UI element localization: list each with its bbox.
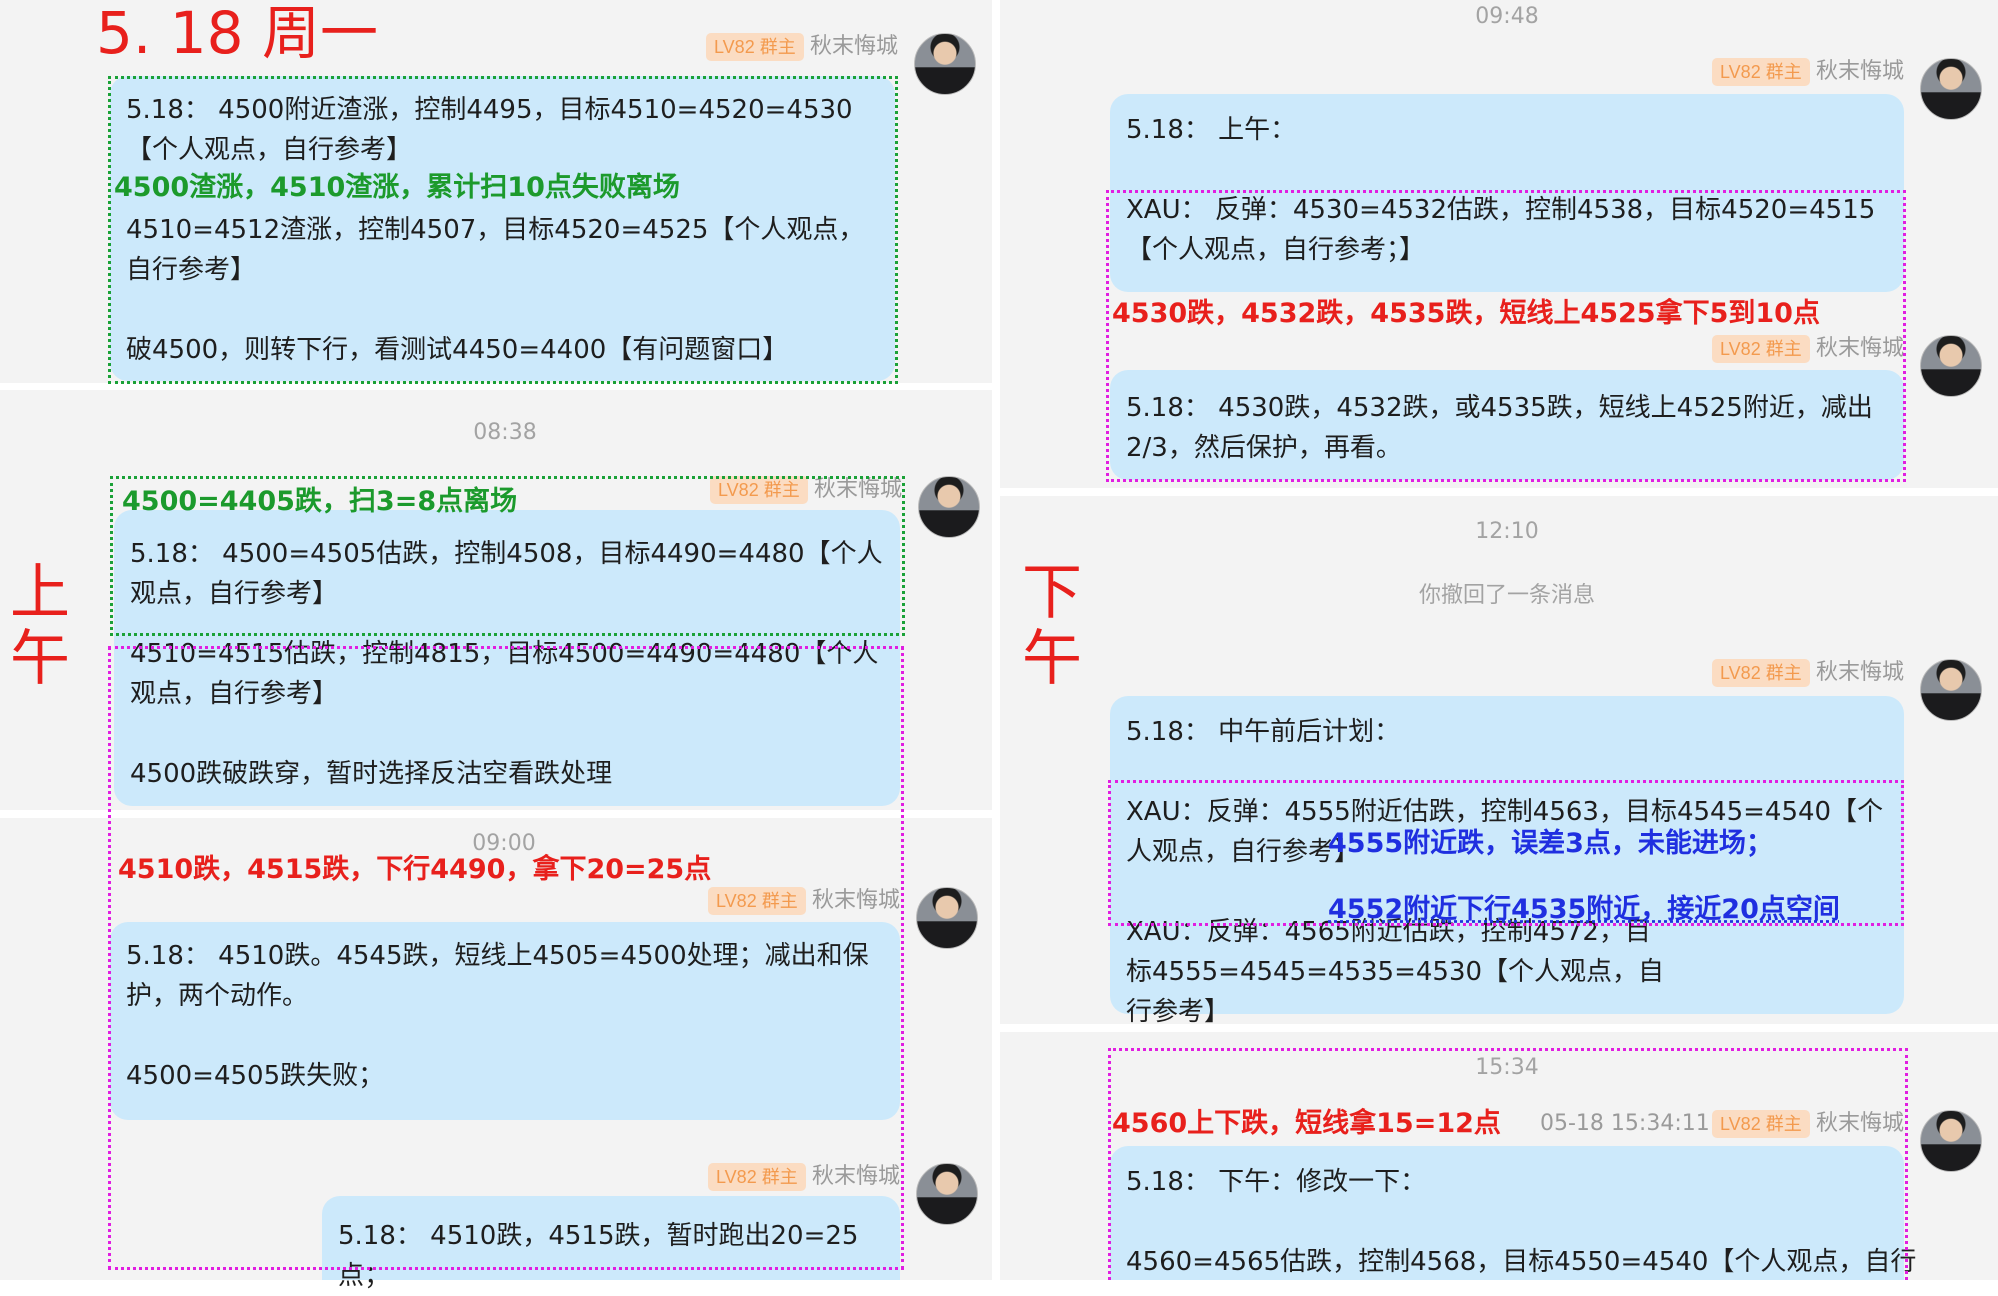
timestamp: 08:38 — [473, 420, 537, 445]
annotation-text: 4552附近下行4535附近，接近20点空间 — [1328, 894, 1840, 925]
message-line: 4500=4505跌失败； — [126, 1061, 385, 1091]
timestamp: 09:48 — [1475, 4, 1539, 29]
message-line: 5.18： 4530跌，4532跌，或4535跌，短线上4525附近，减出2/3… — [1126, 393, 1873, 463]
message-line: 4560=4565估跌，控制4568，目标4550=4540【个人观点，自行 — [1126, 1247, 1917, 1277]
avatar[interactable] — [914, 33, 976, 95]
user-name[interactable]: 秋末悔城 — [1816, 58, 1904, 86]
user-name[interactable]: 秋末悔城 — [812, 887, 900, 915]
timestamp: 12:10 — [1475, 519, 1539, 544]
message-bubble[interactable]: 5.18： 4510跌。4545跌，短线上4505=4500处理；减出和保护，两… — [110, 922, 900, 1120]
avatar[interactable] — [916, 1163, 978, 1225]
annotation-text: 4510跌，4515跌，下行4490，拿下20=25点 — [118, 854, 712, 885]
message-timestamp: 05-18 15:34:11 — [1540, 1111, 1710, 1136]
message-bubble[interactable]: 5.18： 4510跌，4515跌，暂时跑出20=25点； — [322, 1196, 900, 1291]
user-badge: LV82 群主 — [708, 1163, 806, 1191]
message-bubble[interactable]: 5.18： 上午： XAU： 反弹：4530=4532估跌，控制4538，目标4… — [1110, 94, 1904, 292]
message-bubble[interactable]: 5.18： 下午：修改一下： 4560=4565估跌，控制4568，目标4550… — [1110, 1146, 1917, 1280]
morning-label: 上午 — [10, 558, 70, 694]
message-line: 破4500，则转下行，看测试4450=4400【有问题窗口】 — [126, 335, 789, 365]
headline: 5. 18 周一 — [96, 0, 379, 67]
message-line: 5.18： 中午前后计划： — [1126, 717, 1401, 747]
avatar[interactable] — [1920, 335, 1982, 397]
user-badge: LV82 群主 — [708, 887, 806, 915]
user-name[interactable]: 秋末悔城 — [810, 33, 898, 61]
avatar[interactable] — [918, 476, 980, 538]
afternoon-label: 下午 — [1022, 558, 1082, 694]
user-badge: LV82 群主 — [710, 476, 808, 504]
user-badge: LV82 群主 — [706, 33, 804, 61]
message-line: 4510=4512渣涨，控制4507，目标4520=4525【个人观点，自行参考… — [126, 215, 865, 285]
user-badge: LV82 群主 — [1712, 659, 1810, 687]
annotation-text: 4530跌，4532跌，4535跌，短线上4525拿下5到10点 — [1112, 298, 1820, 329]
message-line: XAU： 反弹：4530=4532估跌，控制4538，目标4520=4515【个… — [1126, 195, 1876, 265]
annotation-text: 4500=4405跌，扫3=8点离场 — [122, 486, 518, 517]
avatar[interactable] — [1920, 58, 1982, 120]
user-name[interactable]: 秋末悔城 — [812, 1163, 900, 1191]
message-line: 5.18： 4510跌，4515跌，暂时跑出20=25点； — [338, 1221, 859, 1291]
annotation-text: 4500渣涨，4510渣涨，累计扫10点失败离场 — [114, 172, 680, 203]
user-badge: LV82 群主 — [1712, 58, 1810, 86]
message-line: 5.18： 下午：修改一下： — [1126, 1167, 1427, 1197]
message-line: 5.18： 上午： — [1126, 115, 1297, 145]
message-bubble[interactable]: 5.18： 4500附近渣涨，控制4495，目标4510=4520=4530【个… — [110, 76, 895, 381]
user-name[interactable]: 秋末悔城 — [1816, 1110, 1904, 1138]
message-line: 4510=4515估跌，控制4815，目标4500=4490=4480【个人观点… — [130, 639, 879, 709]
annotation-text: 4555附近跌，误差3点，未能进场； — [1328, 828, 1773, 859]
annotation-text: 4560上下跌，短线拿15=12点 — [1112, 1108, 1501, 1139]
avatar[interactable] — [1920, 659, 1982, 721]
recall-notice: 你撤回了一条消息 — [1418, 583, 1595, 608]
avatar[interactable] — [916, 887, 978, 949]
user-badge: LV82 群主 — [1712, 1110, 1810, 1138]
user-name[interactable]: 秋末悔城 — [1816, 659, 1904, 687]
message-line: 4500跌破跌穿，暂时选择反沽空看跌处理 — [130, 759, 613, 789]
message-line: 5.18： 4500附近渣涨，控制4495，目标4510=4520=4530【个… — [126, 95, 853, 165]
message-line: XAU：反弹：4565附近估跌，控制4572，目标4555=4545=4535=… — [1126, 917, 1665, 1027]
user-name[interactable]: 秋末悔城 — [1816, 335, 1904, 363]
message-bubble[interactable]: 5.18： 4500=4505估跌，控制4508，目标4490=4480【个人观… — [114, 510, 900, 806]
user-name[interactable]: 秋末悔城 — [814, 476, 902, 504]
user-badge: LV82 群主 — [1712, 335, 1810, 363]
timestamp: 15:34 — [1475, 1055, 1539, 1080]
message-line: 5.18： 4510跌。4545跌，短线上4505=4500处理；减出和保护，两… — [126, 941, 869, 1011]
message-bubble[interactable]: 5.18： 4530跌，4532跌，或4535跌，短线上4525附近，减出2/3… — [1110, 370, 1904, 480]
message-line: 5.18： 4500=4505估跌，控制4508，目标4490=4480【个人观… — [130, 539, 883, 609]
avatar[interactable] — [1920, 1110, 1982, 1172]
